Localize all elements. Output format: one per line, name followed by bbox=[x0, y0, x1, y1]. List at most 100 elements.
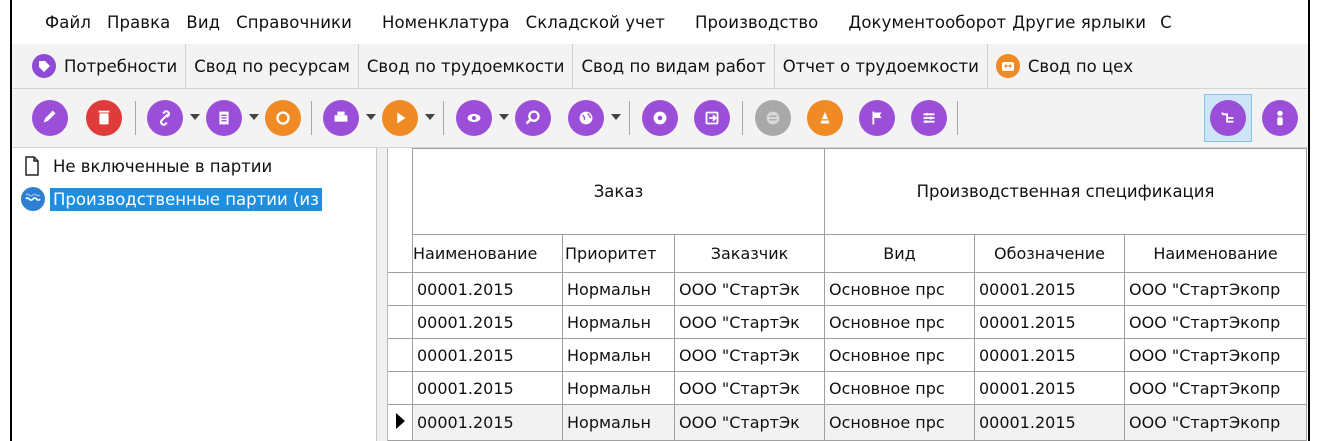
indicator-cell-current[interactable] bbox=[388, 405, 412, 441]
menu-file[interactable]: Файл bbox=[45, 13, 91, 32]
menu-document-flow[interactable]: Документооборот bbox=[848, 13, 1006, 32]
cell-type[interactable]: Основное прс bbox=[824, 305, 975, 339]
menu-overflow[interactable]: С bbox=[1160, 13, 1172, 32]
cell-spec-name[interactable]: ООО "СтартЭкопр bbox=[1124, 404, 1307, 441]
tab-label: Свод по ресурсам bbox=[194, 56, 350, 76]
menu-view[interactable]: Вид bbox=[186, 13, 220, 32]
play-icon[interactable] bbox=[382, 100, 418, 136]
cell-designation[interactable]: 00001.2015 bbox=[974, 371, 1125, 405]
cell-priority[interactable]: Нормальн bbox=[562, 404, 675, 441]
table-row[interactable]: 00001.2015 Нормальн ООО "СтартЭк Основно… bbox=[412, 371, 1307, 405]
print-dropdown[interactable] bbox=[366, 114, 376, 120]
cell-order-name[interactable]: 00001.2015 bbox=[412, 404, 563, 441]
tab-label: Свод по видам работ bbox=[581, 56, 766, 76]
column-header-name[interactable]: Наименование bbox=[412, 234, 563, 273]
link-icon[interactable] bbox=[147, 100, 183, 136]
cell-order-name[interactable]: 00001.2015 bbox=[412, 371, 563, 405]
structure-icon[interactable] bbox=[1210, 100, 1246, 136]
edit-icon[interactable] bbox=[32, 100, 68, 136]
cell-designation[interactable]: 00001.2015 bbox=[974, 305, 1125, 339]
menu-other-shortcuts[interactable]: Другие ярлыки bbox=[1012, 13, 1146, 32]
cell-customer[interactable]: ООО "СтартЭк bbox=[674, 371, 825, 405]
cell-spec-name[interactable]: ООО "СтартЭкопр bbox=[1124, 305, 1307, 339]
panel-splitter[interactable] bbox=[377, 148, 388, 441]
tree-item-not-included[interactable]: Не включенные в партии bbox=[20, 154, 275, 178]
application-window: Файл Правка Вид Справочники Номенклатура… bbox=[10, 0, 1310, 441]
cell-customer[interactable]: ООО "СтартЭк bbox=[674, 272, 825, 306]
column-header-customer[interactable]: Заказчик bbox=[674, 234, 825, 273]
indicator-cell[interactable] bbox=[388, 372, 412, 405]
toolbar-separator bbox=[443, 101, 444, 135]
table-row[interactable]: 00001.2015 Нормальн ООО "СтартЭк Основно… bbox=[412, 272, 1307, 306]
menu-production[interactable]: Производство bbox=[695, 13, 818, 32]
cell-type[interactable]: Основное прс bbox=[824, 404, 975, 441]
cell-order-name[interactable]: 00001.2015 bbox=[412, 272, 563, 306]
cell-designation[interactable]: 00001.2015 bbox=[974, 272, 1125, 306]
cell-customer[interactable]: ООО "СтартЭк bbox=[674, 305, 825, 339]
table-row-current[interactable]: 00001.2015 Нормальн ООО "СтартЭк Основно… bbox=[412, 404, 1307, 441]
refresh-icon[interactable] bbox=[265, 100, 301, 136]
cell-priority[interactable]: Нормальн bbox=[562, 272, 675, 306]
indicator-cell[interactable] bbox=[388, 339, 412, 372]
link-dropdown[interactable] bbox=[190, 114, 200, 120]
indicator-cell[interactable] bbox=[388, 306, 412, 339]
view-icon[interactable] bbox=[456, 100, 492, 136]
find-icon[interactable] bbox=[515, 100, 551, 136]
person-icon[interactable] bbox=[1262, 100, 1298, 136]
grid-table: Заказ Производственная спецификация Наим… bbox=[412, 148, 1307, 441]
cell-designation[interactable]: 00001.2015 bbox=[974, 404, 1125, 441]
column-header-designation[interactable]: Обозначение bbox=[974, 234, 1125, 273]
column-header-spec-name[interactable]: Наименование bbox=[1124, 234, 1307, 273]
cell-spec-name[interactable]: ООО "СтартЭкопр bbox=[1124, 338, 1307, 372]
indicator-header bbox=[388, 148, 412, 273]
table-row[interactable]: 00001.2015 Нормальн ООО "СтартЭк Основно… bbox=[412, 305, 1307, 339]
play-dropdown[interactable] bbox=[425, 114, 435, 120]
cell-spec-name[interactable]: ООО "СтартЭкопр bbox=[1124, 272, 1307, 306]
tab-needs[interactable]: Потребности bbox=[12, 44, 187, 88]
export-icon[interactable] bbox=[694, 100, 730, 136]
cell-priority[interactable]: Нормальн bbox=[562, 338, 675, 372]
cell-priority[interactable]: Нормальн bbox=[562, 305, 675, 339]
cell-spec-name[interactable]: ООО "СтартЭкопр bbox=[1124, 371, 1307, 405]
cell-type[interactable]: Основное прс bbox=[824, 338, 975, 372]
menu-references[interactable]: Справочники bbox=[236, 13, 352, 32]
cell-customer[interactable]: ООО "СтартЭк bbox=[674, 338, 825, 372]
globe-dropdown[interactable] bbox=[611, 114, 621, 120]
tab-labor-report[interactable]: Отчет о трудоемкости bbox=[775, 44, 988, 88]
tab-workshop-summary[interactable]: Свод по цех bbox=[988, 44, 1141, 88]
menu-bar: Файл Правка Вид Справочники Номенклатура… bbox=[12, 0, 1308, 45]
delete-icon[interactable] bbox=[86, 100, 122, 136]
column-header-priority[interactable]: Приоритет bbox=[562, 234, 675, 273]
tab-work-types-summary[interactable]: Свод по видам работ bbox=[573, 44, 775, 88]
flag-icon[interactable] bbox=[859, 100, 895, 136]
document-dropdown[interactable] bbox=[249, 114, 259, 120]
needs-icon bbox=[32, 54, 56, 78]
document-icon[interactable] bbox=[206, 100, 242, 136]
menu-edit[interactable]: Правка bbox=[107, 13, 170, 32]
map-icon[interactable] bbox=[755, 100, 791, 136]
cell-customer[interactable]: ООО "СтартЭк bbox=[674, 404, 825, 441]
table-row[interactable]: 00001.2015 Нормальн ООО "СтартЭк Основно… bbox=[412, 338, 1307, 372]
tab-label: Отчет о трудоемкости bbox=[782, 56, 979, 76]
tab-label: Свод по цех bbox=[1027, 56, 1134, 76]
tree-item-production-batches[interactable]: Производственные партии (из bbox=[20, 186, 322, 212]
cell-type[interactable]: Основное прс bbox=[824, 371, 975, 405]
menu-warehouse[interactable]: Складской учет bbox=[526, 13, 665, 32]
globe-icon[interactable] bbox=[568, 100, 604, 136]
menu-nomenclature[interactable]: Номенклатура bbox=[382, 13, 510, 32]
page-icon bbox=[20, 154, 44, 178]
disc-icon[interactable] bbox=[642, 100, 678, 136]
cell-designation[interactable]: 00001.2015 bbox=[974, 338, 1125, 372]
layers-icon[interactable] bbox=[911, 100, 947, 136]
cell-order-name[interactable]: 00001.2015 bbox=[412, 338, 563, 372]
view-dropdown[interactable] bbox=[499, 114, 509, 120]
tab-resources-summary[interactable]: Свод по ресурсам bbox=[186, 44, 359, 88]
cell-priority[interactable]: Нормальн bbox=[562, 371, 675, 405]
tab-labor-summary[interactable]: Свод по трудоемкости bbox=[359, 44, 574, 88]
cell-order-name[interactable]: 00001.2015 bbox=[412, 305, 563, 339]
cell-type[interactable]: Основное прс bbox=[824, 272, 975, 306]
print-icon[interactable] bbox=[323, 100, 359, 136]
cone-icon[interactable] bbox=[807, 100, 843, 136]
column-header-type[interactable]: Вид bbox=[824, 234, 975, 273]
indicator-cell[interactable] bbox=[388, 273, 412, 306]
